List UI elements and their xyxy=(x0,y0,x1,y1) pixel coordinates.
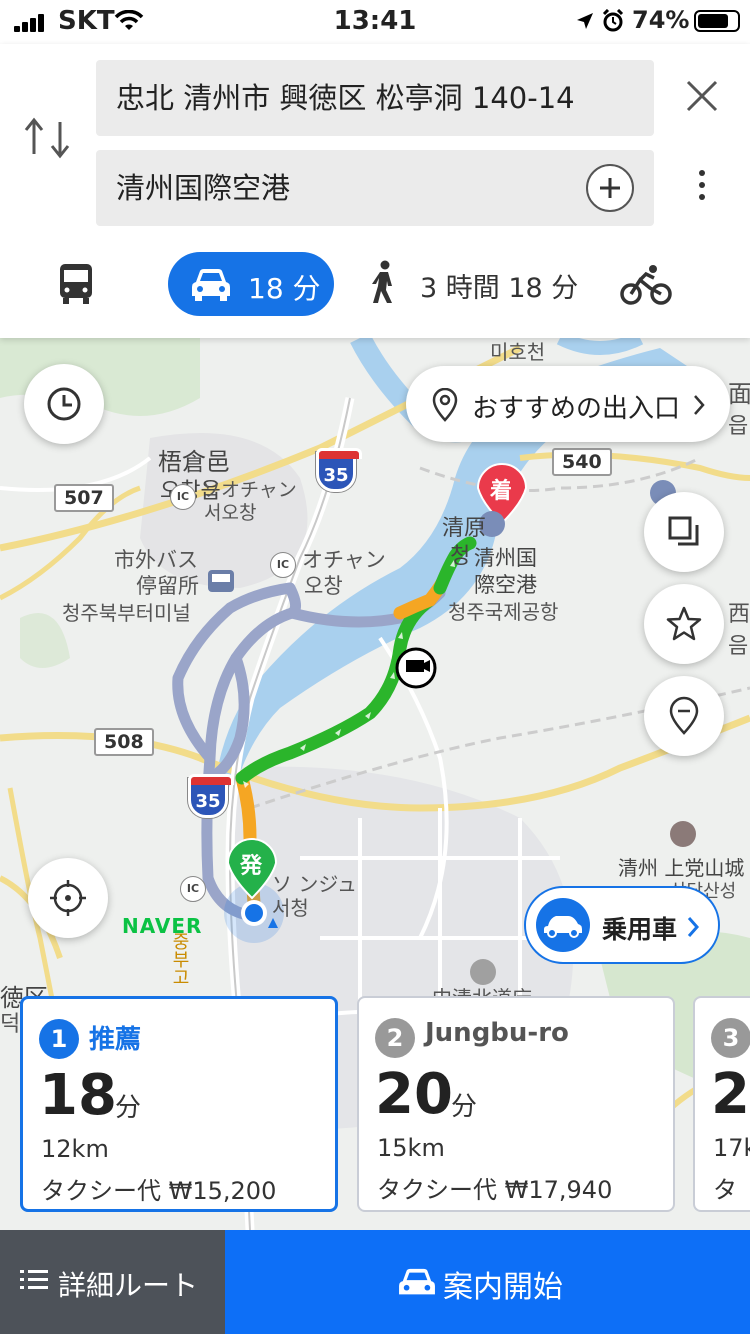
ic-badge-icon: IC xyxy=(170,484,196,510)
star-icon xyxy=(666,606,702,641)
close-icon[interactable] xyxy=(680,74,724,118)
location-pin-icon xyxy=(432,388,458,422)
route-index: 1 xyxy=(39,1019,79,1059)
map-layers-button[interactable] xyxy=(644,492,724,572)
vehicle-type-label: 乗用車 xyxy=(602,915,678,944)
road-540: 540 xyxy=(552,448,612,476)
route-index: 2 xyxy=(375,1018,415,1058)
map-label: 面 xyxy=(728,380,750,408)
highway-35-bottom: 35 xyxy=(188,774,234,818)
map-label: 서오창 xyxy=(204,502,257,524)
route-index: 3 xyxy=(711,1018,750,1058)
destination-input[interactable]: 清州国際空港 xyxy=(96,150,654,226)
map-label: 停留所 xyxy=(136,574,199,598)
alarm-icon xyxy=(602,9,624,32)
walk-duration: 3 時間 18 分 xyxy=(420,273,579,304)
vehicle-type-button[interactable]: 乗用車 xyxy=(524,886,720,964)
route-taxi-fare: タクシー代 ₩15,200 xyxy=(41,1177,277,1205)
car-duration: 18 分 xyxy=(248,272,321,305)
place-pin-button[interactable] xyxy=(644,676,724,756)
route-taxi-fare: タクシー代 ₩17,940 xyxy=(377,1176,613,1204)
crosshair-icon xyxy=(50,880,86,916)
pin-minus-icon xyxy=(669,696,699,735)
add-waypoint-button[interactable] xyxy=(586,164,634,212)
map-label: 덕 xyxy=(0,1012,21,1037)
time-settings-button[interactable] xyxy=(24,364,104,444)
map-label: 음 xyxy=(728,634,749,659)
tab-car[interactable]: 18 分 xyxy=(168,252,334,316)
layers-icon xyxy=(668,516,699,546)
route-minutes: 20 xyxy=(711,1062,750,1127)
location-arrow-icon xyxy=(577,13,593,29)
map-label-airport: 清州国 xyxy=(474,546,537,570)
car-icon xyxy=(536,898,590,952)
route-name: 推薦 xyxy=(89,1025,142,1055)
start-navigation-label: 案内開始 xyxy=(443,1270,563,1305)
ic-badge-icon: IC xyxy=(270,552,296,578)
map-label-airport: 際空港 xyxy=(474,573,537,597)
chevron-right-icon xyxy=(687,917,700,937)
ic-badge-icon: IC xyxy=(180,876,206,902)
plus-icon xyxy=(600,178,620,198)
route-minutes: 18 xyxy=(39,1063,117,1128)
bicycle-icon[interactable] xyxy=(620,264,672,306)
start-navigation-button[interactable]: 案内開始 xyxy=(225,1230,750,1334)
naver-logo: NAVER xyxy=(122,914,203,938)
route-details-button[interactable]: 詳細ルート xyxy=(0,1230,225,1334)
route-minutes: 20 xyxy=(375,1062,453,1127)
battery-percent: 74% xyxy=(632,6,690,34)
route-card-3[interactable]: 3 20 17km タ xyxy=(693,996,750,1212)
route-search-header: 忠北 清州市 興徳区 松亭洞 140-14 清州国際空港 18 分 3 時間 1… xyxy=(0,44,750,338)
route-name: Jungbu-ro xyxy=(425,1018,569,1048)
map-label: 읍 xyxy=(728,414,749,439)
map-label: 미호천 xyxy=(490,340,546,364)
route-card-1[interactable]: 1 推薦 18 分 12km タクシー代 ₩15,200 xyxy=(20,996,338,1212)
battery-icon xyxy=(694,10,740,32)
chevron-right-icon xyxy=(694,395,705,415)
recommended-entrance-label: おすすめの出入口 xyxy=(472,394,681,424)
clock-icon xyxy=(47,387,81,421)
map-label: 오창 xyxy=(304,574,343,598)
route-minutes-unit: 分 xyxy=(451,1092,478,1122)
more-options-icon[interactable] xyxy=(690,166,714,210)
highway-35-top: 35 xyxy=(316,448,362,492)
status-bar: SKT 13:41 74% xyxy=(0,0,750,44)
map-label: 청 xyxy=(450,544,471,569)
map-label: 西 xyxy=(728,602,750,627)
end-marker-label: 着 xyxy=(490,479,513,504)
route-minutes-unit: 分 xyxy=(115,1093,142,1123)
bottom-action-bar: 詳細ルート 案内開始 xyxy=(0,1230,750,1334)
current-location-button[interactable] xyxy=(28,858,108,938)
route-card-2[interactable]: 2 Jungbu-ro 20 分 15km タクシー代 ₩17,940 xyxy=(357,996,675,1212)
walk-icon xyxy=(372,260,392,303)
map-label: 청주북부터미널 xyxy=(62,601,191,625)
recommended-entrance-button[interactable]: おすすめの出入口 xyxy=(406,366,730,442)
list-icon xyxy=(20,1270,48,1289)
route-taxi-fare: タ xyxy=(713,1176,737,1204)
map-label: 서청 xyxy=(272,896,309,920)
road-507: 507 xyxy=(54,484,114,512)
road-508: 508 xyxy=(94,728,154,756)
tab-walk[interactable]: 3 時間 18 分 xyxy=(366,256,596,312)
route-distance: 12km xyxy=(41,1135,109,1163)
map-label: 청주국제공항 xyxy=(448,600,559,624)
bus-icon[interactable] xyxy=(54,262,98,306)
car-icon xyxy=(399,1268,435,1295)
route-details-label: 詳細ルート xyxy=(58,1269,199,1302)
start-marker-label: 発 xyxy=(240,854,263,879)
origin-input[interactable]: 忠北 清州市 興徳区 松亭洞 140-14 xyxy=(96,60,654,136)
favorite-button[interactable] xyxy=(644,584,724,664)
car-icon xyxy=(192,269,230,301)
destination-text: 清州国際空港 xyxy=(116,171,291,205)
map-label: 중부고 xyxy=(169,932,190,986)
swap-icon[interactable] xyxy=(22,114,74,162)
map-label-ochang: 梧倉邑 xyxy=(158,448,230,476)
route-distance: 15km xyxy=(377,1134,445,1162)
transport-mode-tabs: 18 分 3 時間 18 分 xyxy=(0,248,750,318)
route-distance: 17km xyxy=(713,1134,750,1162)
